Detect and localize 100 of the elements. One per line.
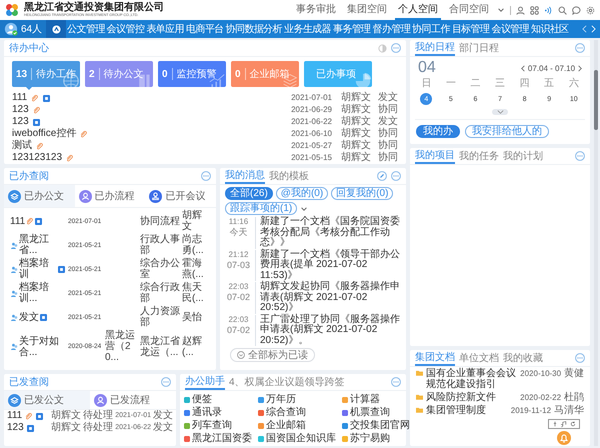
category-tab[interactable]: 已办流程 xyxy=(74,185,146,207)
panel-tab[interactable]: 办公助手 xyxy=(185,374,225,390)
schedule-filter-button[interactable]: 我的办 xyxy=(416,125,460,138)
tool-icon[interactable] xyxy=(258,436,264,442)
tool-link[interactable]: 通讯录 xyxy=(192,407,222,419)
panel-tab[interactable]: 我的收藏 xyxy=(503,350,543,366)
note-icon[interactable] xyxy=(561,421,567,427)
panel-tab[interactable]: 我的计划 xyxy=(503,148,543,164)
tool-link[interactable]: 列车查询 xyxy=(192,420,232,432)
schedule-filter-button[interactable]: 我安排给他人的 xyxy=(465,125,549,138)
more-icon[interactable] xyxy=(161,377,171,387)
tool-icon[interactable] xyxy=(258,397,264,403)
item-title[interactable]: 发文 xyxy=(19,312,39,322)
chevron-left-icon[interactable] xyxy=(520,64,525,72)
panel-tab[interactable]: 我的任务 xyxy=(459,148,499,164)
tool-link[interactable]: 机票查询 xyxy=(350,407,390,419)
signal-icon[interactable] xyxy=(544,6,553,14)
tool-icon[interactable] xyxy=(184,410,190,416)
message-text[interactable]: 王广雷处理了协同《服务器操作申请表(胡辉文 2021-07-02 20:52)》。 xyxy=(260,314,401,346)
nav-item[interactable]: 协同数据分析 xyxy=(224,20,283,38)
panel-tab[interactable]: 我的模板 xyxy=(269,168,309,184)
space-link[interactable]: 集团空间 xyxy=(344,0,390,20)
item-title[interactable]: 111 xyxy=(12,92,28,104)
chevron-down-icon[interactable] xyxy=(300,204,308,212)
panel-tab[interactable]: 我的消息 xyxy=(225,168,265,184)
item-title[interactable]: 123123123 xyxy=(12,152,62,164)
space-link[interactable]: 合同空间 xyxy=(446,0,492,20)
search-icon[interactable] xyxy=(558,6,567,14)
category-tab[interactable]: 已开会议 xyxy=(145,185,216,207)
item-title[interactable]: 111 xyxy=(7,410,22,422)
item-title[interactable]: 测试 xyxy=(12,140,32,152)
nav-item[interactable]: 知识社区 xyxy=(530,20,570,38)
chevron-right-icon[interactable] xyxy=(578,64,582,72)
item-title[interactable]: 档案培训 xyxy=(19,258,57,280)
summary-tile[interactable]: 13 待办工作 xyxy=(12,61,80,87)
category-tab[interactable]: 已办公文 xyxy=(4,185,75,207)
filter-chip[interactable]: 跟踪事项的(1) xyxy=(225,202,298,215)
user-icon[interactable] xyxy=(516,6,525,14)
tool-icon[interactable] xyxy=(342,423,348,429)
home-tab[interactable] xyxy=(46,20,66,38)
tool-link[interactable]: 黑龙江国资委 xyxy=(192,433,252,445)
filter-chip[interactable]: 回复我的(0) xyxy=(331,187,394,200)
more-icon[interactable] xyxy=(391,377,401,387)
panel-tab[interactable]: 集团文档 xyxy=(415,350,455,366)
panel-tab[interactable]: 4、权属企业议题领导跨签 xyxy=(229,374,345,390)
avatar-icon[interactable] xyxy=(4,22,18,36)
item-title[interactable]: 111 xyxy=(10,216,26,226)
more-icon[interactable] xyxy=(575,43,586,53)
tool-icon[interactable] xyxy=(184,436,190,442)
tool-link[interactable]: 企业邮箱 xyxy=(266,420,306,432)
nav-item[interactable]: 业务生成器 xyxy=(282,20,332,38)
panel-tab[interactable]: 单位文档 xyxy=(459,350,499,366)
edit-icon[interactable] xyxy=(377,171,387,181)
apps-icon[interactable] xyxy=(530,6,539,14)
category-tab[interactable]: 已发流程 xyxy=(90,391,176,409)
nav-item[interactable]: 公文管理 xyxy=(66,20,106,38)
item-title[interactable]: 123 xyxy=(7,422,24,434)
summary-tile[interactable]: 0 监控预警 xyxy=(158,61,226,87)
tool-link[interactable]: 计算器 xyxy=(350,394,380,406)
nav-item[interactable]: 督办管理 xyxy=(372,20,412,38)
chevron-down-icon[interactable] xyxy=(497,6,505,14)
message-text[interactable]: 新建了一个文档《国务院国资委考核分配局《考核分配工作动态》》 xyxy=(260,217,401,248)
message-text[interactable]: 胡辉文发起协同《服务器操作申请表(胡辉文 2021-07-02 20:52)》 xyxy=(260,282,401,314)
mark-all-read-button[interactable]: 全部标为已读 xyxy=(230,348,315,362)
nav-item[interactable]: 会议管理 xyxy=(490,20,530,38)
pin-icon[interactable] xyxy=(552,421,558,427)
panel-tab[interactable]: 我的项目 xyxy=(415,148,455,164)
contrast-icon[interactable] xyxy=(378,44,387,52)
space-link[interactable]: 事务审批 xyxy=(293,0,339,20)
document-title[interactable]: 风险防控新文件 xyxy=(426,392,518,403)
tool-link[interactable]: 国资国企知识库 xyxy=(266,433,336,445)
tool-link[interactable]: 综合查询 xyxy=(266,407,306,419)
more-icon[interactable] xyxy=(391,171,401,181)
panel-tab[interactable]: 部门日程 xyxy=(459,40,499,56)
more-icon[interactable] xyxy=(391,43,401,53)
expand-button[interactable] xyxy=(492,109,508,115)
nav-item[interactable]: 协同工作 xyxy=(411,20,451,38)
nav-item[interactable]: 会议管控 xyxy=(106,20,146,38)
tool-link[interactable]: 万年历 xyxy=(266,394,296,406)
tool-link[interactable]: 苏宁易购 xyxy=(350,433,390,445)
item-title[interactable]: 黑龙江省... xyxy=(19,234,66,256)
tool-icon[interactable] xyxy=(184,397,190,403)
more-icon[interactable] xyxy=(575,151,586,161)
document-title[interactable]: 集团管理制度 xyxy=(426,405,508,416)
scrollbar-thumb[interactable] xyxy=(594,70,598,130)
refresh-icon[interactable] xyxy=(570,421,576,427)
nav-item[interactable]: 表单应用 xyxy=(145,20,185,38)
category-tab[interactable]: 已发公文 xyxy=(4,391,90,409)
tool-icon[interactable] xyxy=(342,397,348,403)
nav-item[interactable]: 目标管理 xyxy=(450,20,490,38)
more-icon[interactable] xyxy=(575,353,586,363)
tool-icon[interactable] xyxy=(258,423,264,429)
more-icon[interactable] xyxy=(201,171,211,181)
tool-icon[interactable] xyxy=(184,423,190,429)
tool-link[interactable]: 便签 xyxy=(192,394,212,406)
item-title[interactable]: 关于对如合... xyxy=(19,336,66,358)
message-text[interactable]: 新建了一个文档《领导干部办公费用表(提单 2021-07-02 11:53)》 xyxy=(260,250,401,281)
chat-icon[interactable] xyxy=(572,6,581,14)
settings-icon[interactable] xyxy=(586,6,595,14)
item-title[interactable]: 档案培训... xyxy=(19,282,66,304)
